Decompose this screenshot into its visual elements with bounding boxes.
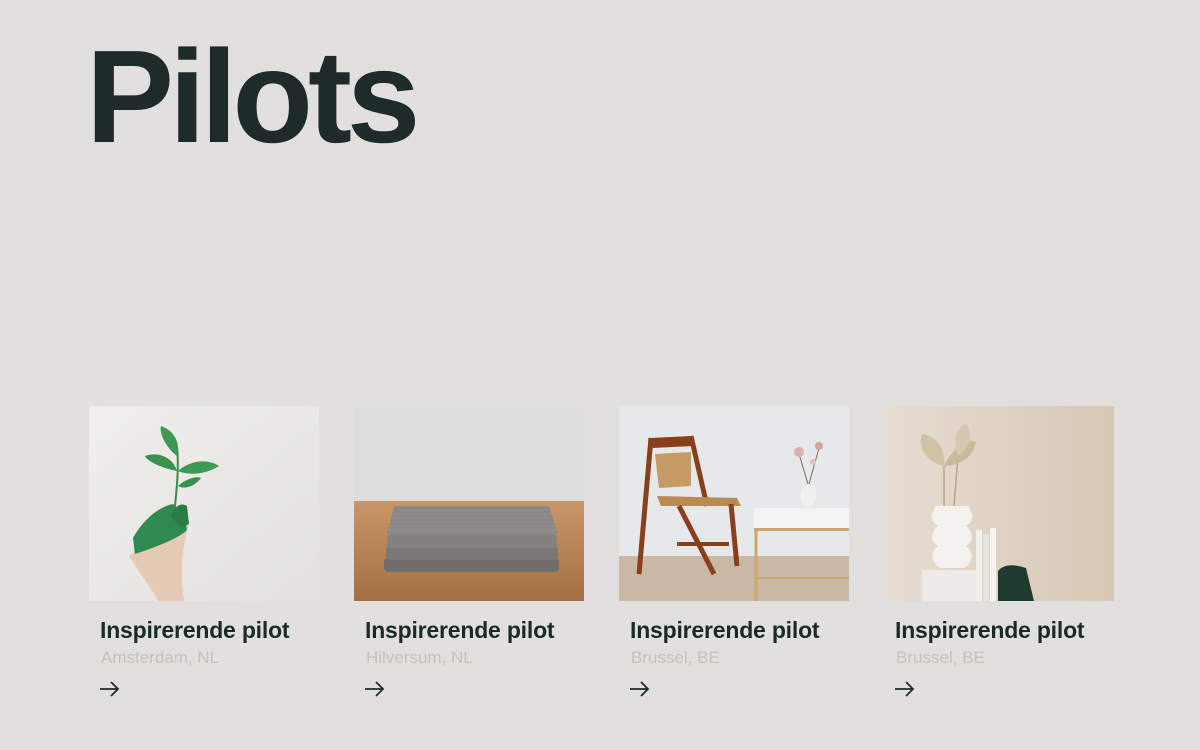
pilot-card-location: Brussel, BE (631, 648, 720, 667)
pilot-image-plant[interactable] (89, 406, 319, 601)
pilot-card-3[interactable]: Inspirerende pilot Brussel, BE (619, 406, 849, 698)
pilot-image-blankets[interactable] (354, 406, 584, 601)
arrow-right-icon[interactable] (98, 680, 122, 698)
pilot-card-title[interactable]: Inspirerende pilot (365, 617, 584, 644)
arrow-right-icon[interactable] (363, 680, 387, 698)
pilot-card-location: Amsterdam, NL (101, 648, 220, 667)
pilot-card-title[interactable]: Inspirerende pilot (630, 617, 849, 644)
pilot-image-vase[interactable] (884, 406, 1114, 601)
pilot-card-location: Hilversum, NL (366, 648, 473, 667)
pilot-card-location: Brussel, BE (896, 648, 985, 667)
pilot-card-4[interactable]: Inspirerende pilot Brussel, BE (884, 406, 1114, 698)
pilot-card-title[interactable]: Inspirerende pilot (895, 617, 1114, 644)
page-title: Pilots (86, 23, 420, 170)
pilot-card-1[interactable]: Inspirerende pilot Amsterdam, NL (89, 406, 319, 698)
pilot-card-2[interactable]: Inspirerende pilot Hilversum, NL (354, 406, 584, 698)
arrow-right-icon[interactable] (628, 680, 652, 698)
arrow-right-icon[interactable] (893, 680, 917, 698)
pilot-cards: Inspirerende pilot Amsterdam, NL Inspire… (89, 406, 1114, 698)
pilot-card-title[interactable]: Inspirerende pilot (100, 617, 319, 644)
pilot-image-chair[interactable] (619, 406, 849, 601)
